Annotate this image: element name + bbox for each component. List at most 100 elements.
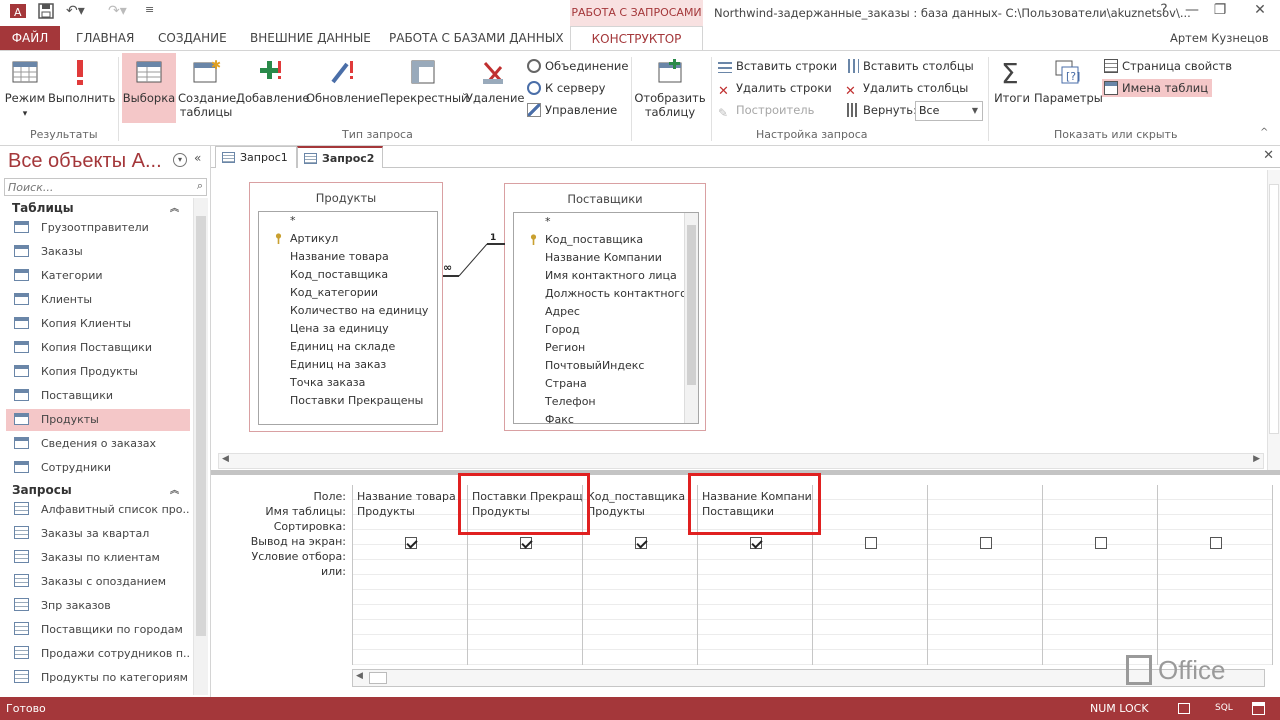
table-field[interactable]: Город [514, 321, 698, 339]
grid-field-cell[interactable] [932, 489, 1043, 504]
redo-icon[interactable]: ↷▾ [108, 3, 127, 19]
scroll-right-icon[interactable]: ▶ [1253, 454, 1260, 464]
nav-table-item[interactable]: Заказы [6, 241, 190, 263]
doc-tab-query1[interactable]: Запрос1 [215, 146, 297, 168]
pass-through-button[interactable]: К серверу [527, 79, 605, 97]
close-button[interactable]: ✕ [1248, 2, 1272, 18]
table-field[interactable]: Код_поставщика [259, 266, 437, 284]
union-button[interactable]: Объединение [527, 57, 628, 75]
show-checkbox[interactable] [635, 537, 647, 549]
table-field[interactable]: ПочтовыйИндекс [514, 357, 698, 375]
undo-icon[interactable]: ↶▾ [66, 3, 85, 19]
view-button[interactable]: Режим ▾ [4, 57, 46, 121]
nav-pane-title[interactable]: Все объекты А... [8, 150, 162, 173]
table-field[interactable]: Единиц на складе [259, 338, 437, 356]
grid-scroll-thumb[interactable] [369, 672, 387, 684]
doc-tab-query2[interactable]: Запрос2 [297, 146, 384, 168]
nav-query-item[interactable]: Заказы по клиентам [6, 547, 190, 569]
grid-sort-cell[interactable] [357, 519, 468, 534]
grid-column[interactable] [1157, 485, 1272, 665]
table-field[interactable]: Цена за единицу [259, 320, 437, 338]
tab-file[interactable]: ФАЙЛ [0, 26, 60, 50]
show-checkbox[interactable] [1210, 537, 1222, 549]
run-button[interactable]: Выполнить [48, 57, 115, 105]
table-field[interactable]: Название товара [259, 248, 437, 266]
nav-table-item[interactable]: Грузоотправители [6, 217, 190, 239]
nav-scroll-thumb[interactable] [196, 216, 206, 636]
access-logo-icon[interactable]: A [8, 2, 28, 24]
grid-table-cell[interactable] [817, 504, 928, 519]
show-checkbox[interactable] [520, 537, 532, 549]
table-field[interactable]: Имя контактного лица [514, 267, 698, 285]
nav-table-item[interactable]: Поставщики [6, 385, 190, 407]
show-checkbox[interactable] [405, 537, 417, 549]
grid-column[interactable]: Код_поставщика Продукты [582, 485, 697, 665]
nav-table-item[interactable]: Копия Клиенты [6, 313, 190, 335]
delete-columns-button[interactable]: ✕ Удалить столбцы [845, 79, 968, 99]
grid-table-cell[interactable] [932, 504, 1043, 519]
builder-button[interactable]: ✎ Построитель [718, 101, 814, 120]
grid-table-cell[interactable]: Продукты [357, 504, 468, 519]
tab-home[interactable]: ГЛАВНАЯ [76, 26, 134, 50]
collapse-section-icon[interactable]: ︽ [170, 483, 179, 496]
save-icon[interactable] [38, 3, 54, 23]
nav-query-item[interactable]: Продажи сотрудников п... [6, 643, 190, 665]
tab-constructor[interactable]: КОНСТРУКТОР [570, 26, 703, 51]
scroll-left-icon[interactable]: ◀ [356, 671, 363, 681]
help-icon[interactable]: ? [1152, 2, 1176, 18]
design-view-icon[interactable] [1252, 702, 1265, 715]
table-field[interactable]: Код_поставщика [514, 231, 698, 249]
table-box-suppliers[interactable]: Поставщики * Код_поставщика Название Компа… [504, 183, 706, 431]
insert-columns-button[interactable]: Вставить столбцы [845, 57, 974, 75]
nav-table-item[interactable]: Клиенты [6, 289, 190, 311]
table-field[interactable]: Регион [514, 339, 698, 357]
nav-scrollbar[interactable] [193, 198, 208, 695]
table-field[interactable]: Код_категории [259, 284, 437, 302]
grid-column[interactable] [927, 485, 1042, 665]
field-list-scroll-thumb[interactable] [687, 225, 696, 385]
customize-qat-icon[interactable]: ≡ [145, 3, 154, 16]
table-box-products[interactable]: Продукты * Артикул Название товара Код_пост… [249, 182, 443, 432]
delete-query-button[interactable]: Удаление [466, 57, 525, 105]
crosstab-button[interactable]: Перекрестный [380, 57, 469, 105]
insert-rows-button[interactable]: Вставить строки [718, 57, 837, 75]
close-document-icon[interactable]: ✕ [1263, 148, 1274, 163]
nav-query-item[interactable]: Зпр заказов [6, 595, 190, 617]
scroll-left-icon[interactable]: ◀ [222, 454, 229, 464]
design-vertical-scrollbar[interactable] [1267, 170, 1280, 470]
grid-sort-cell[interactable] [1162, 519, 1273, 534]
nav-table-item[interactable]: Продукты [6, 409, 190, 431]
nav-section-queries[interactable]: Запросы ︽ [12, 483, 179, 497]
nav-search-input[interactable] [5, 179, 185, 195]
grid-field-cell[interactable] [1047, 489, 1158, 504]
grid-field-cell[interactable] [817, 489, 928, 504]
collapse-ribbon-icon[interactable]: ^ [1260, 127, 1268, 138]
design-horizontal-scrollbar[interactable]: ◀ ▶ [218, 453, 1264, 469]
data-definition-button[interactable]: Управление [527, 101, 617, 119]
grid-table-cell[interactable] [1047, 504, 1158, 519]
table-field[interactable]: Страна [514, 375, 698, 393]
design-vscroll-thumb[interactable] [1269, 184, 1279, 434]
table-field[interactable]: Единиц на заказ [259, 356, 437, 374]
table-field[interactable]: Артикул [259, 230, 437, 248]
table-field[interactable]: Поставки Прекращены [259, 392, 437, 410]
select-query-button[interactable]: Выборка [122, 53, 176, 123]
minimize-button[interactable]: — [1180, 2, 1204, 18]
sql-view-button[interactable]: SQL [1215, 697, 1233, 720]
grid-column[interactable]: Название товара Продукты [352, 485, 467, 665]
append-button[interactable]: Добавление [236, 57, 309, 105]
show-checkbox[interactable] [980, 537, 992, 549]
nav-query-item[interactable]: Поставщики по городам [6, 619, 190, 641]
grid-field-cell[interactable]: Название товара [357, 489, 468, 504]
nav-table-item[interactable]: Копия Поставщики [6, 337, 190, 359]
grid-sort-cell[interactable] [587, 519, 698, 534]
delete-rows-button[interactable]: ✕ Удалить строки [718, 79, 832, 99]
collapse-section-icon[interactable]: ︽ [170, 201, 179, 214]
make-table-button[interactable]: ✱ Создание таблицы [178, 57, 236, 119]
show-checkbox[interactable] [750, 537, 762, 549]
nav-query-item[interactable]: Заказы с опозданием [6, 571, 190, 593]
grid-table-cell[interactable] [1162, 504, 1273, 519]
nav-section-tables[interactable]: Таблицы ︽ [12, 201, 179, 215]
grid-column[interactable] [1042, 485, 1157, 665]
grid-table-cell[interactable]: Продукты [587, 504, 698, 519]
